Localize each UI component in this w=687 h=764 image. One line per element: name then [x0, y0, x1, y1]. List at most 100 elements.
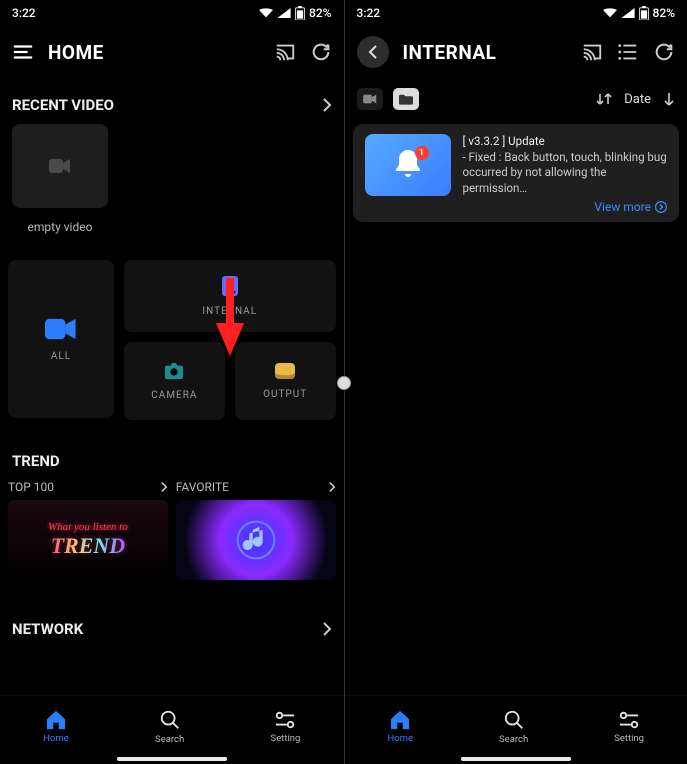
page-title: HOME: [48, 41, 104, 64]
notice-body: - Fixed : Back button, touch, blinking b…: [463, 150, 668, 197]
nav-search[interactable]: Search: [499, 709, 528, 745]
home-indicator: [117, 757, 227, 761]
empty-video-label: empty video: [12, 220, 108, 234]
content: RECENT VIDEO empty video ALL INTERNAL: [0, 78, 344, 695]
storage-grid: ALL INTERNAL CAMERA OUTPUT: [6, 260, 338, 420]
notice-badge: 1: [415, 146, 429, 160]
search-icon: [503, 709, 525, 731]
status-bar: 3:22 82%: [0, 0, 344, 26]
refresh-icon[interactable]: [653, 41, 675, 63]
cast-icon[interactable]: [274, 41, 296, 63]
trend-favorite-label: FAVORITE: [176, 480, 229, 494]
chevron-right-icon: [322, 621, 332, 637]
trend-image-2: [176, 500, 336, 580]
status-battery: 82%: [309, 6, 331, 20]
header: INTERNAL: [345, 26, 687, 78]
nav-label: Setting: [271, 733, 301, 744]
empty-video-thumb[interactable]: [12, 124, 108, 208]
wifi-icon: [603, 8, 617, 18]
tile-label: OUTPUT: [263, 389, 307, 400]
music-note-icon: [236, 520, 276, 560]
nav-label: Home: [387, 733, 413, 744]
signal-icon: [621, 8, 635, 18]
search-icon: [159, 709, 181, 731]
list-icon[interactable]: [617, 41, 639, 63]
filter-videos[interactable]: [357, 88, 383, 110]
status-time: 3:22: [357, 6, 381, 20]
nav-setting[interactable]: Setting: [614, 710, 644, 744]
notice-image: 1: [365, 134, 451, 196]
chevron-right-icon: [322, 97, 332, 113]
settings-icon: [618, 710, 640, 730]
home-indicator: [461, 757, 571, 761]
home-icon: [389, 710, 411, 730]
content-empty: [345, 226, 687, 695]
status-right: 82%: [603, 6, 675, 20]
wifi-icon: [259, 8, 273, 18]
trend-image-1: What you listen to TREND: [8, 500, 168, 580]
header: HOME: [0, 26, 344, 78]
arrow-annotation: [210, 278, 250, 358]
bottom-nav: Home Search Setting: [0, 695, 344, 757]
camera-icon: [163, 362, 185, 380]
update-notice[interactable]: 1 [ v3.3.2 ] Update - Fixed : Back butto…: [353, 124, 680, 222]
cast-icon[interactable]: [581, 41, 603, 63]
nav-setting[interactable]: Setting: [271, 710, 301, 744]
filter-folders[interactable]: [393, 88, 419, 110]
filter-row: Date: [345, 78, 687, 120]
chevron-right-icon: [655, 201, 667, 213]
folder-icon: [399, 93, 413, 105]
refresh-icon[interactable]: [310, 41, 332, 63]
divider-handle[interactable]: [337, 376, 351, 390]
status-battery: 82%: [653, 6, 675, 20]
chevron-right-icon: [160, 481, 168, 493]
video-icon: [363, 94, 377, 104]
nav-label: Search: [155, 734, 184, 745]
trend-img-1-main: TREND: [51, 533, 126, 559]
sort-direction-icon[interactable]: [663, 92, 675, 106]
trend-top100-label: TOP 100: [8, 480, 54, 494]
view-more-link[interactable]: View more: [594, 200, 667, 214]
battery-icon: [639, 6, 649, 20]
nav-label: Home: [43, 733, 69, 744]
nav-home[interactable]: Home: [43, 710, 69, 744]
nav-search[interactable]: Search: [155, 709, 184, 745]
trend-favorite[interactable]: FAVORITE: [176, 480, 336, 580]
tile-all[interactable]: ALL: [8, 260, 114, 418]
nav-home[interactable]: Home: [387, 710, 413, 744]
signal-icon: [277, 8, 291, 18]
trend-top100[interactable]: TOP 100 What you listen to TREND: [8, 480, 168, 580]
sort-label[interactable]: Date: [624, 92, 651, 107]
battery-icon: [295, 6, 305, 20]
network-title: NETWORK: [12, 620, 83, 638]
status-bar: 3:22 82%: [345, 0, 687, 26]
sort-icon[interactable]: [596, 92, 612, 106]
phone-right: 3:22 82% INTERNAL Date: [344, 0, 687, 764]
phone-left: 3:22 82% HOME RECENT VIDEO empty video A…: [0, 0, 344, 764]
recent-video-title: RECENT VIDEO: [12, 96, 114, 114]
status-right: 82%: [259, 6, 331, 20]
trend-row: TOP 100 What you listen to TREND FAVORIT…: [6, 480, 338, 580]
back-button[interactable]: [357, 36, 389, 68]
notice-title: [ v3.3.2 ] Update: [463, 134, 668, 150]
chevron-right-icon: [328, 481, 336, 493]
page-title: INTERNAL: [403, 41, 497, 64]
network-header[interactable]: NETWORK: [6, 580, 338, 648]
view-more-label: View more: [594, 200, 651, 214]
video-icon: [49, 158, 71, 174]
recent-video-header[interactable]: RECENT VIDEO: [6, 78, 338, 124]
menu-icon[interactable]: [12, 41, 34, 63]
settings-icon: [274, 710, 296, 730]
status-time: 3:22: [12, 6, 36, 20]
output-icon: [275, 363, 295, 379]
trend-header: TREND: [6, 420, 338, 480]
chevron-left-icon: [368, 44, 378, 60]
nav-label: Search: [499, 734, 528, 745]
home-icon: [45, 710, 67, 730]
video-icon: [45, 317, 77, 341]
trend-title: TREND: [12, 452, 60, 470]
tile-label: CAMERA: [151, 390, 197, 401]
bottom-nav: Home Search Setting: [345, 695, 687, 757]
trend-img-1-top: What you listen to: [48, 521, 128, 533]
nav-label: Setting: [614, 733, 644, 744]
